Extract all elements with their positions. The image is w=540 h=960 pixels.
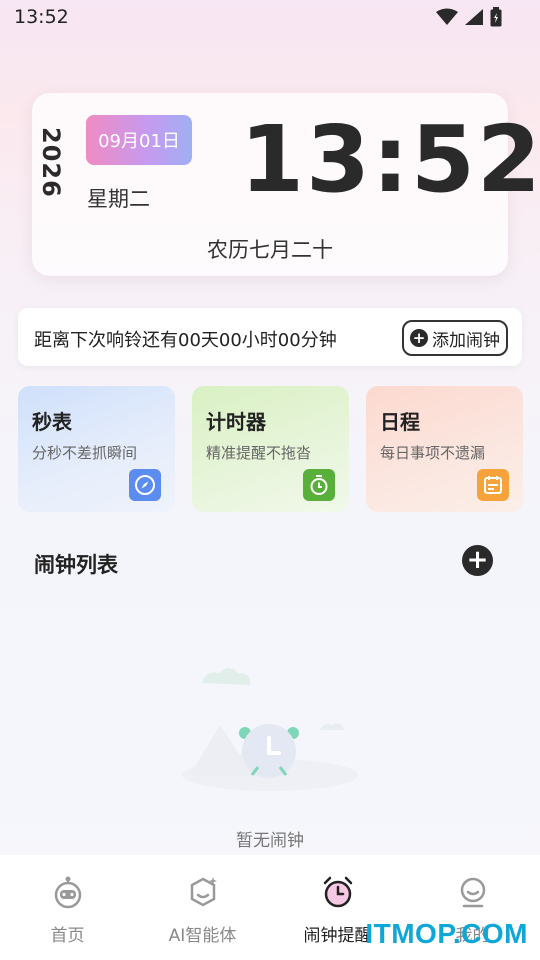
stopwatch-title: 秒表 (32, 410, 72, 434)
add-alarm-button[interactable]: + 添加闹钟 (402, 320, 508, 356)
timer-card[interactable]: 计时器 精准提醒不拖沓 (192, 386, 349, 512)
alarm-clock-icon (323, 876, 352, 908)
timer-title: 计时器 (206, 410, 266, 434)
schedule-card[interactable]: 日程 每日事项不遗漏 (366, 386, 523, 512)
next-alarm-bar: 距离下次响铃还有00天00小时00分钟 + 添加闹钟 (18, 308, 522, 366)
timer-icon (303, 469, 335, 501)
wifi-icon (436, 8, 458, 25)
year-text: 2026 (37, 127, 65, 198)
watermark-text: ITMOP.COM (365, 918, 528, 949)
add-alarm-label: 添加闹钟 (432, 330, 500, 351)
battery-icon (490, 7, 502, 27)
schedule-title: 日程 (380, 410, 420, 434)
weekday-label: 星期二 (87, 187, 150, 211)
profile-icon (460, 877, 485, 908)
empty-alarm-illustration (182, 668, 358, 791)
date-badge: 09月01日 (86, 115, 192, 165)
nav-label-home: 首页 (50, 926, 85, 946)
stopwatch-card[interactable]: 秒表 分秒不差抓瞬间 (18, 386, 175, 512)
lunar-date: 农历七月二十 (207, 238, 333, 262)
nav-item-ai-agent[interactable]: AI智能体 (135, 855, 270, 960)
alarm-list-title: 闹钟列表 (34, 553, 118, 577)
robot-icon (54, 876, 81, 909)
next-alarm-countdown: 距离下次响铃还有00天00小时00分钟 (34, 330, 337, 351)
compass-icon (129, 469, 161, 501)
empty-alarm-text: 暂无闹钟 (236, 831, 304, 851)
year-label: 2026 (36, 127, 66, 198)
calendar-icon (477, 469, 509, 501)
nav-label-ai-agent: AI智能体 (168, 926, 237, 946)
stopwatch-subtitle: 分秒不差抓瞬间 (32, 444, 138, 462)
nav-item-home[interactable]: 首页 (0, 855, 135, 960)
add-alarm-list-button[interactable]: + (462, 545, 493, 576)
status-icons (436, 7, 502, 27)
timer-subtitle: 精准提醒不拖沓 (206, 444, 312, 462)
ai-agent-icon (190, 877, 217, 907)
current-time: 13:52 (240, 106, 540, 213)
signal-icon (465, 9, 483, 25)
schedule-subtitle: 每日事项不遗漏 (380, 444, 486, 462)
status-time: 13:52 (14, 6, 69, 28)
status-bar: 13:52 (0, 0, 540, 34)
plus-circle-icon: + (410, 329, 428, 347)
